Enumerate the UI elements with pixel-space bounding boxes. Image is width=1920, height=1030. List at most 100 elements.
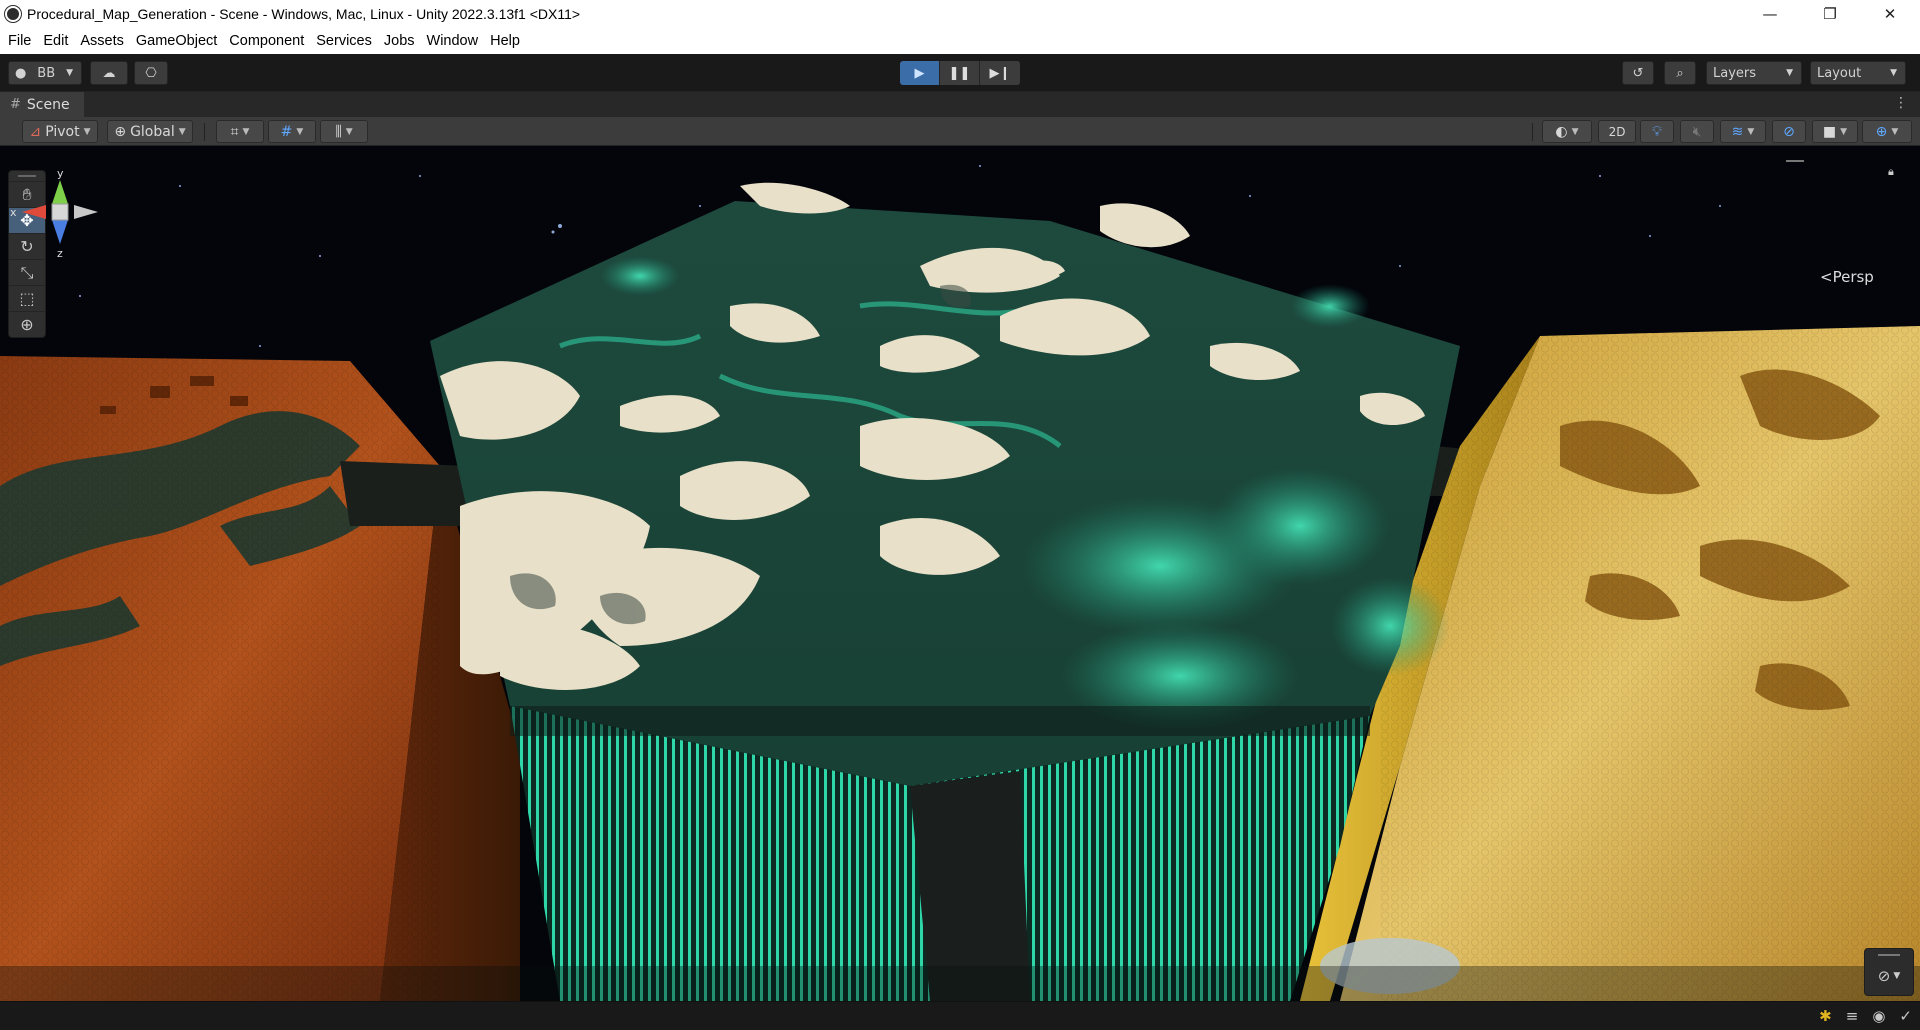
menu-edit[interactable]: Edit (37, 33, 74, 49)
pivot-icon: ⊿ (29, 123, 42, 140)
persp-arrow-icon: < (1820, 268, 1833, 286)
camera-dropdown[interactable]: ■ ▼ (1812, 120, 1858, 143)
mode-2d-label: 2D (1608, 124, 1626, 139)
hidden-eye-icon: ⊘ (1783, 123, 1795, 140)
pivot-dropdown[interactable]: ⊿ Pivot ▼ (22, 120, 98, 143)
gizmo-y-label: y (57, 167, 64, 180)
chevron-down-icon: ▼ (178, 126, 186, 137)
chevron-down-icon: ▼ (83, 126, 91, 137)
effects-icon: ≋ (1731, 123, 1744, 140)
grid-visibility-dropdown[interactable]: # ▼ (268, 120, 316, 143)
history-button[interactable]: ↺ (1622, 61, 1654, 85)
account-dropdown[interactable]: ● BB ▼ (8, 61, 82, 85)
toolbar-separator (1532, 123, 1533, 141)
rect-tool-icon: ⬚ (19, 289, 35, 308)
increment-snap-icon: ⫼ (335, 123, 342, 140)
toggle-2d-button[interactable]: 2D (1598, 120, 1636, 143)
projection-label: Persp (1832, 268, 1874, 286)
layout-label: Layout (1817, 65, 1862, 81)
menu-gameobject[interactable]: GameObject (130, 33, 223, 49)
main-toolbar: ● BB ▼ ☁ ⎔ ▶ ❚❚ ▶❙ ↺ ⌕ Layers ▼ Layout ▼ (0, 54, 1920, 91)
close-button[interactable]: ✕ (1860, 0, 1920, 27)
grid-snap-icon: ⌗ (230, 123, 239, 140)
lock-icon[interactable]: 🔒︎ (1888, 165, 1894, 179)
scene-viewport[interactable]: ✋︎ ✥ ↻ ⤡ ⬚ ⊕ 🔒︎ y x z <Persp ⊘ ▼ (0, 146, 1920, 1001)
pivot-label: Pivot (45, 123, 80, 140)
light-bulb-icon: 💡︎ (1652, 123, 1662, 140)
collab-icon: ⎔ (145, 65, 157, 81)
layers-stack-icon[interactable]: ≡ (1846, 1007, 1859, 1025)
gizmo-z-label: z (57, 247, 63, 260)
gizmo-x-label: x (10, 206, 17, 219)
account-icon: ● (15, 65, 27, 81)
chevron-down-icon: ▼ (296, 126, 304, 137)
chevron-down-icon: ▼ (1890, 68, 1897, 78)
layout-dropdown[interactable]: Layout ▼ (1810, 61, 1906, 85)
increment-snap-dropdown[interactable]: ⫼ ▼ (320, 120, 368, 143)
history-icon: ↺ (1632, 65, 1644, 81)
scene-tab-header: # Scene ⋮ (0, 91, 1920, 118)
maximize-button[interactable]: ❐ (1800, 0, 1860, 27)
search-button[interactable]: ⌕ (1664, 61, 1696, 85)
orientation-gizmo[interactable]: y x z (0, 160, 120, 290)
play-button[interactable]: ▶ (900, 61, 940, 85)
window-title: Procedural_Map_Generation - Scene - Wind… (27, 5, 581, 22)
chevron-down-icon: ▼ (242, 126, 250, 137)
transform-tool-icon: ⊕ (20, 315, 34, 334)
global-label: Global (130, 123, 175, 140)
effects-dropdown[interactable]: ≋ ▼ (1720, 120, 1766, 143)
camera-icon: ■ (1822, 123, 1837, 140)
tab-scene[interactable]: # Scene (0, 91, 84, 118)
toolbar-separator (204, 123, 205, 141)
chevron-down-icon: ▼ (1891, 126, 1899, 137)
lighting-toggle[interactable]: 💡︎ (1640, 120, 1674, 143)
bug-warning-icon[interactable]: ✱ (1819, 1007, 1832, 1025)
chevron-down-icon: ▼ (1747, 126, 1755, 137)
audio-toggle[interactable]: 🔇︎ (1680, 120, 1714, 143)
collab-button[interactable]: ⎔ (134, 61, 168, 85)
minimize-button[interactable]: — (1740, 0, 1800, 27)
draw-mode-dropdown[interactable]: ◐ ▼ (1542, 120, 1592, 143)
grid-visibility-icon: # (280, 123, 293, 140)
overlay-grab-handle[interactable] (1865, 949, 1913, 961)
title-bar: Procedural_Map_Generation - Scene - Wind… (0, 0, 1920, 27)
chevron-down-icon: ▼ (1571, 126, 1579, 137)
account-label: BB (37, 65, 56, 81)
pause-button[interactable]: ❚❚ (940, 61, 980, 85)
overlay-menu[interactable]: ⊘ ▼ (1864, 948, 1914, 996)
grid-snap-dropdown[interactable]: ⌗ ▼ (216, 120, 264, 143)
scene-visibility-toggle[interactable]: ⊘ (1772, 120, 1806, 143)
menu-assets[interactable]: Assets (74, 33, 130, 49)
gizmo-grab-handle[interactable] (1786, 160, 1804, 162)
layers-dropdown[interactable]: Layers ▼ (1706, 61, 1802, 85)
cloud-button[interactable]: ☁ (90, 61, 128, 85)
gizmos-icon: ⊕ (1875, 123, 1888, 140)
chevron-down-icon: ▼ (1893, 971, 1901, 981)
step-button[interactable]: ▶❙ (980, 61, 1020, 85)
menu-file[interactable]: File (2, 33, 37, 49)
chevron-down-icon: ▼ (1840, 126, 1848, 137)
globe-icon: ⊕ (114, 123, 127, 140)
search-icon: ⌕ (1676, 65, 1684, 81)
chevron-down-icon: ▼ (66, 68, 73, 78)
menu-help[interactable]: Help (484, 33, 526, 49)
global-dropdown[interactable]: ⊕ Global ▼ (107, 120, 193, 143)
more-options-icon[interactable]: ⋮ (1894, 95, 1908, 111)
chevron-down-icon: ▼ (1786, 68, 1793, 78)
navigation-icon: ⊘ (1877, 967, 1891, 985)
gizmos-dropdown[interactable]: ⊕ ▼ (1862, 120, 1912, 143)
menu-component[interactable]: Component (223, 33, 310, 49)
menu-services[interactable]: Services (310, 33, 378, 49)
play-controls: ▶ ❚❚ ▶❙ (900, 61, 1020, 85)
transform-tool-button[interactable]: ⊕ (9, 311, 45, 337)
projection-toggle[interactable]: <Persp (1820, 268, 1874, 286)
check-icon[interactable]: ✓ (1899, 1007, 1912, 1025)
grid-icon: # (10, 97, 21, 112)
scene-toolbar: ⊿ Pivot ▼ ⊕ Global ▼ ⌗ ▼ # ▼ ⫼ ▼ ◐ ▼ 2D … (0, 117, 1920, 146)
unity-logo-icon (5, 5, 21, 22)
scene-render (0, 146, 1920, 1001)
progress-icon[interactable]: ◉ (1872, 1007, 1885, 1025)
menu-window[interactable]: Window (421, 33, 485, 49)
menu-bar: File Edit Assets GameObject Component Se… (0, 27, 1920, 54)
menu-jobs[interactable]: Jobs (378, 33, 421, 49)
